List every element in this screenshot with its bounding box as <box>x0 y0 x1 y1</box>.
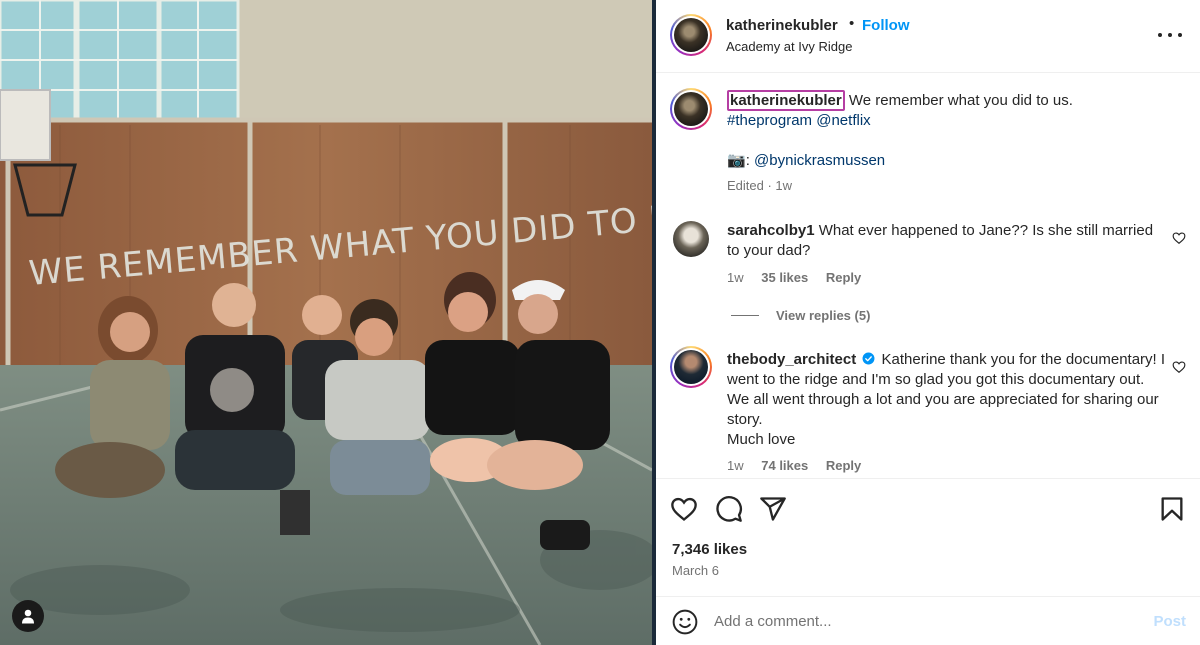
share-icon[interactable] <box>759 495 787 523</box>
post-location[interactable]: Academy at Ivy Ridge <box>726 39 852 54</box>
view-replies-label: View replies (5) <box>776 308 871 323</box>
comment-time[interactable]: 1w <box>727 270 744 285</box>
caption-text: We remember what you did to us. <box>848 92 1073 109</box>
reply-button[interactable]: Reply <box>826 458 861 473</box>
credit-mention-link[interactable]: @bynickrasmussen <box>754 152 885 169</box>
heart-icon[interactable] <box>670 495 698 523</box>
post-date[interactable]: March 6 <box>672 563 719 578</box>
author-avatar[interactable] <box>670 14 712 56</box>
comment-icon[interactable] <box>715 495 743 523</box>
mention-link[interactable]: @netflix <box>816 112 870 129</box>
likes-count[interactable]: 7,346 likes <box>672 541 747 558</box>
comment-time[interactable]: 1w <box>727 458 744 473</box>
caption-username[interactable]: katherinekubler <box>727 90 845 111</box>
post-image-illustration: WE REMEMBER WHAT YOU DID TO US <box>0 0 652 645</box>
comments-list[interactable]: katherinekubler We remember what you did… <box>656 74 1200 478</box>
reply-button[interactable]: Reply <box>826 270 861 285</box>
post-header: katherinekubler • Follow Academy at Ivy … <box>656 0 1200 73</box>
tagged-users-button[interactable] <box>12 600 44 632</box>
view-replies-line <box>731 315 759 316</box>
comment-username[interactable]: thebody_architect <box>727 351 856 368</box>
view-replies-button[interactable]: View replies (5) <box>731 308 870 323</box>
comment-avatar[interactable] <box>670 346 712 388</box>
comment-body: sarahcolby1 What ever happened to Jane??… <box>727 221 1167 261</box>
author-username[interactable]: katherinekubler <box>726 17 838 34</box>
more-options-icon[interactable] <box>1158 26 1182 44</box>
hashtag-link[interactable]: #theprogram <box>727 112 812 129</box>
comment-text-2: Much love <box>727 431 796 448</box>
emoji-icon[interactable] <box>672 609 698 635</box>
comment-like-heart-icon[interactable] <box>1172 231 1186 245</box>
comment-username[interactable]: sarahcolby1 <box>727 222 815 239</box>
comment-input[interactable] <box>714 607 1134 635</box>
comment-likes[interactable]: 74 likes <box>761 458 808 473</box>
caption: katherinekubler We remember what you did… <box>727 90 1167 171</box>
comment-like-heart-icon[interactable] <box>1172 360 1186 374</box>
post-photo[interactable]: WE REMEMBER WHAT YOU DID TO US <box>0 0 652 645</box>
person-icon <box>22 609 34 623</box>
post-side-panel: katherinekubler • Follow Academy at Ivy … <box>656 0 1200 645</box>
comment-likes[interactable]: 35 likes <box>761 270 808 285</box>
separator-dot: • <box>849 15 855 32</box>
comment-meta: 1w 35 likes Reply <box>727 270 861 285</box>
post-actions: 7,346 likes March 6 <box>656 478 1200 588</box>
bookmark-icon[interactable] <box>1158 495 1186 523</box>
verified-badge-icon <box>862 352 875 365</box>
caption-meta: Edited · 1w <box>727 178 793 193</box>
comment-avatar[interactable] <box>673 221 709 257</box>
add-comment-bar: Post <box>656 596 1200 645</box>
camera-icon: 📷 <box>727 152 746 169</box>
post-comment-button[interactable]: Post <box>1153 613 1186 630</box>
caption-avatar[interactable] <box>670 88 712 130</box>
comment-body: thebody_architect Katherine thank you fo… <box>727 350 1167 450</box>
follow-button[interactable]: Follow <box>862 17 910 34</box>
comment-meta: 1w 74 likes Reply <box>727 458 861 473</box>
credit-colon: : <box>745 152 750 169</box>
